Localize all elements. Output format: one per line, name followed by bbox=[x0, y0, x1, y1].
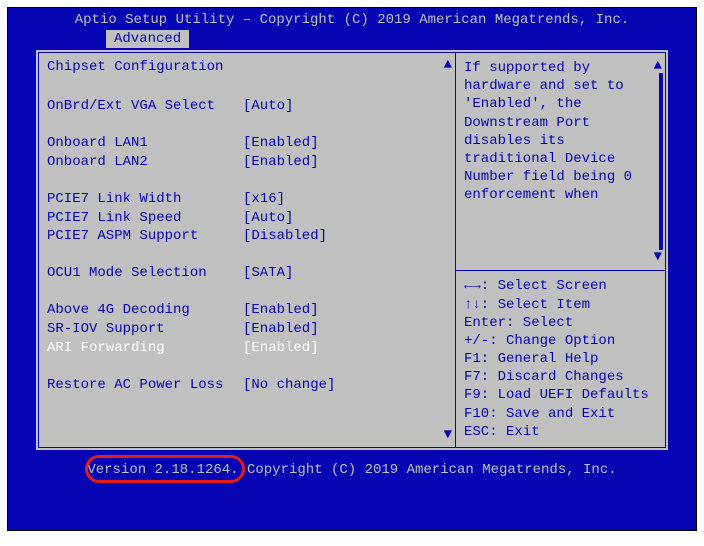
main-area: ▲ Chipset Configuration OnBrd/Ext VGA Se… bbox=[36, 50, 668, 450]
key-hint: F7: Discard Changes bbox=[464, 368, 657, 386]
key-hint: ←→: Select Screen bbox=[464, 277, 657, 295]
key-hints-panel: ←→: Select Screen↑↓: Select ItemEnter: S… bbox=[456, 270, 666, 448]
setting-value: [No change] bbox=[243, 376, 447, 395]
setting-value: [Enabled] bbox=[243, 153, 447, 172]
key-hint: +/-: Change Option bbox=[464, 332, 657, 350]
help-scroll-down-icon: ▼ bbox=[654, 248, 662, 266]
setting-value: [Enabled] bbox=[243, 339, 447, 358]
setting-row[interactable]: Onboard LAN1[Enabled] bbox=[47, 134, 447, 153]
setting-value: [Enabled] bbox=[243, 301, 447, 320]
setting-value: [Enabled] bbox=[243, 320, 447, 339]
setting-label: OnBrd/Ext VGA Select bbox=[47, 97, 243, 116]
setting-label: ARI Forwarding bbox=[47, 339, 243, 358]
header-title: Aptio Setup Utility – Copyright (C) 2019… bbox=[8, 8, 696, 30]
key-hint: F1: General Help bbox=[464, 350, 657, 368]
setting-value: [Auto] bbox=[243, 209, 447, 228]
setting-row[interactable]: PCIE7 Link Width[x16] bbox=[47, 190, 447, 209]
section-title: Chipset Configuration bbox=[47, 59, 447, 75]
setting-label: Above 4G Decoding bbox=[47, 301, 243, 320]
setting-row[interactable]: PCIE7 Link Speed[Auto] bbox=[47, 209, 447, 228]
setting-label: PCIE7 Link Width bbox=[47, 190, 243, 209]
bios-screen: Aptio Setup Utility – Copyright (C) 2019… bbox=[7, 7, 697, 531]
setting-value: [x16] bbox=[243, 190, 447, 209]
setting-value: [Disabled] bbox=[243, 227, 447, 246]
help-panel: ▲ If supported by hardware and set to 'E… bbox=[456, 52, 666, 270]
scroll-down-icon[interactable]: ▼ bbox=[444, 427, 452, 443]
key-hint: F10: Save and Exit bbox=[464, 405, 657, 423]
key-hint: Enter: Select bbox=[464, 314, 657, 332]
setting-row[interactable]: Above 4G Decoding[Enabled] bbox=[47, 301, 447, 320]
setting-value: [Enabled] bbox=[243, 134, 447, 153]
setting-label: SR-IOV Support bbox=[47, 320, 243, 339]
right-panel: ▲ If supported by hardware and set to 'E… bbox=[456, 52, 666, 448]
setting-row[interactable]: SR-IOV Support[Enabled] bbox=[47, 320, 447, 339]
key-hint: ESC: Exit bbox=[464, 423, 657, 441]
setting-label: PCIE7 ASPM Support bbox=[47, 227, 243, 246]
footer-version: Version 2.18.1264. bbox=[87, 462, 238, 478]
footer: Version 2.18.1264. Copyright (C) 2019 Am… bbox=[8, 450, 696, 482]
tab-advanced[interactable]: Advanced bbox=[106, 30, 189, 48]
help-text: If supported by hardware and set to 'Ena… bbox=[464, 60, 632, 203]
setting-row[interactable]: Onboard LAN2[Enabled] bbox=[47, 153, 447, 172]
help-scrollbar[interactable] bbox=[659, 73, 663, 250]
setting-row[interactable]: PCIE7 ASPM Support[Disabled] bbox=[47, 227, 447, 246]
setting-label: Restore AC Power Loss bbox=[47, 376, 243, 395]
setting-row[interactable]: Restore AC Power Loss[No change] bbox=[47, 376, 447, 395]
setting-value: [SATA] bbox=[243, 264, 447, 283]
setting-row[interactable]: ARI Forwarding[Enabled] bbox=[47, 339, 447, 358]
settings-panel[interactable]: ▲ Chipset Configuration OnBrd/Ext VGA Se… bbox=[38, 52, 456, 448]
setting-value: [Auto] bbox=[243, 97, 447, 116]
key-hint: ↑↓: Select Item bbox=[464, 296, 657, 314]
setting-row[interactable]: OCU1 Mode Selection[SATA] bbox=[47, 264, 447, 283]
scroll-up-icon[interactable]: ▲ bbox=[444, 57, 452, 73]
setting-label: Onboard LAN2 bbox=[47, 153, 243, 172]
footer-copyright: Copyright (C) 2019 American Megatrends, … bbox=[239, 462, 617, 478]
setting-row[interactable]: OnBrd/Ext VGA Select[Auto] bbox=[47, 97, 447, 116]
setting-label: Onboard LAN1 bbox=[47, 134, 243, 153]
tab-bar: Advanced bbox=[8, 30, 696, 50]
setting-label: PCIE7 Link Speed bbox=[47, 209, 243, 228]
setting-label: OCU1 Mode Selection bbox=[47, 264, 243, 283]
key-hint: F9: Load UEFI Defaults bbox=[464, 386, 657, 404]
